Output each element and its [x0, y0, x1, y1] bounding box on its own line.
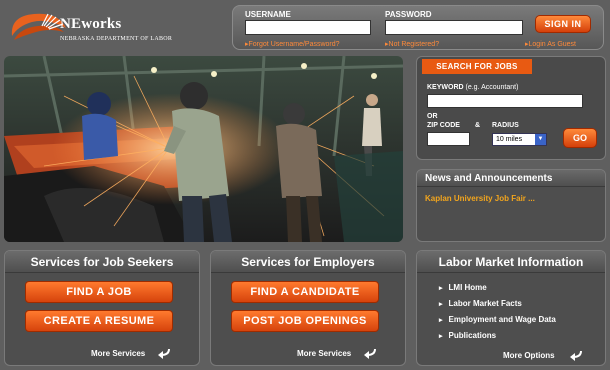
return-arrow-icon: [570, 350, 582, 361]
sunburst-logo-icon: [11, 13, 66, 40]
or-label: OR: [427, 113, 438, 120]
username-label: USERNAME: [245, 10, 291, 19]
return-arrow-icon: [364, 348, 376, 359]
keyword-hint: (e.g. Accountant): [465, 84, 519, 91]
page: NEworks NEBRASKA DEPARTMENT OF LABOR USE…: [0, 0, 610, 370]
employers-more-services-link[interactable]: More Services: [297, 349, 351, 358]
chevron-down-icon: ▼: [535, 134, 546, 145]
job-seekers-panel: Services for Job Seekers FIND A JOB CREA…: [4, 250, 200, 366]
find-a-candidate-button[interactable]: FIND A CANDIDATE: [231, 281, 379, 303]
brand-name: NEworks: [60, 16, 122, 32]
news-title: News and Announcements: [417, 170, 605, 187]
more-options-link[interactable]: More Options: [503, 351, 555, 360]
zip-code-input[interactable]: [427, 132, 470, 146]
forgot-credentials-link[interactable]: Forgot Username/Password?: [245, 40, 340, 48]
sign-in-button[interactable]: SIGN IN: [535, 15, 591, 33]
neworks-logo[interactable]: NEworks NEBRASKA DEPARTMENT OF LABOR: [8, 6, 178, 54]
labor-market-facts-link[interactable]: Labor Market Facts: [439, 297, 556, 313]
and-label: &: [475, 122, 481, 129]
login-as-guest-link[interactable]: Login As Guest: [525, 40, 576, 48]
news-item-link[interactable]: Kaplan University Job Fair ...: [425, 194, 535, 203]
lmi-links-list: LMI Home Labor Market Facts Employment a…: [439, 281, 556, 345]
radius-select[interactable]: 10 miles ▼: [492, 133, 547, 146]
zip-code-label: ZIP CODE: [427, 122, 460, 129]
news-panel: News and Announcements Kaplan University…: [416, 169, 606, 242]
keyword-label-text: KEYWORD: [427, 84, 464, 91]
employers-panel: Services for Employers FIND A CANDIDATE …: [210, 250, 406, 366]
return-arrow-icon: [158, 348, 170, 359]
password-input[interactable]: [385, 20, 523, 35]
job-search-box: SEARCH FOR JOBS KEYWORD (e.g. Accountant…: [416, 56, 606, 160]
keyword-input[interactable]: [427, 94, 583, 108]
job-seekers-title: Services for Job Seekers: [5, 251, 199, 273]
find-a-job-button[interactable]: FIND A JOB: [25, 281, 173, 303]
radius-label: RADIUS: [492, 122, 519, 129]
job-seekers-more-services-link[interactable]: More Services: [91, 349, 145, 358]
brand-subtitle: NEBRASKA DEPARTMENT OF LABOR: [60, 36, 173, 42]
hero-welding-photo: [4, 56, 403, 242]
search-for-jobs-tab[interactable]: SEARCH FOR JOBS: [422, 59, 532, 74]
radius-value: 10 miles: [496, 136, 523, 143]
keyword-label: KEYWORD (e.g. Accountant): [427, 84, 518, 91]
welders-image: [4, 56, 403, 242]
labor-market-panel: Labor Market Information LMI Home Labor …: [416, 250, 606, 366]
employers-title: Services for Employers: [211, 251, 405, 273]
publications-link[interactable]: Publications: [439, 329, 556, 345]
password-label: PASSWORD: [385, 10, 432, 19]
labor-market-title: Labor Market Information: [417, 251, 605, 273]
not-registered-link[interactable]: Not Registered?: [385, 40, 440, 48]
create-a-resume-button[interactable]: CREATE A RESUME: [25, 310, 173, 332]
employment-wage-data-link[interactable]: Employment and Wage Data: [439, 313, 556, 329]
username-input[interactable]: [245, 20, 371, 35]
go-button[interactable]: GO: [563, 128, 597, 148]
post-job-openings-button[interactable]: POST JOB OPENINGS: [231, 310, 379, 332]
login-bar: USERNAME PASSWORD SIGN IN Forgot Usernam…: [232, 5, 604, 50]
lmi-home-link[interactable]: LMI Home: [439, 281, 556, 297]
